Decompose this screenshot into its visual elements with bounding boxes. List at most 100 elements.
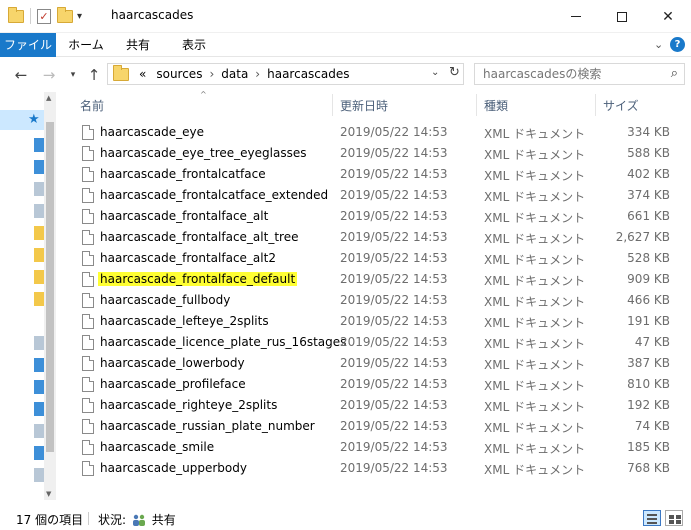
list-item[interactable]: haarcascade_eye_tree_eyeglasses 2019/05/2… [70,143,678,164]
nav-drive-icon[interactable] [34,468,44,482]
nav-3d-objects-icon[interactable] [34,358,44,372]
nav-downloads-icon[interactable] [34,380,44,394]
column-type-header[interactable]: 種類 [484,97,508,114]
large-icons-view-button[interactable] [665,510,683,526]
nav-folder-icon[interactable] [34,226,44,240]
address-bar[interactable]: « sources › data › haarcascades ⌄ ↻ [107,63,464,85]
nav-folder-icon[interactable] [34,248,44,262]
details-view-button[interactable] [643,510,661,526]
file-date: 2019/05/22 14:53 [340,419,448,433]
list-item[interactable]: haarcascade_fullbody 2019/05/22 14:53 XML … [70,290,678,311]
column-size-header[interactable]: サイズ [603,97,639,114]
file-size: 47 KB [634,335,670,349]
xml-file-icon [82,272,94,287]
file-type: XML ドキュメント [484,127,586,141]
nav-pc-icon[interactable] [34,336,44,350]
tab-share[interactable]: 共有 [118,33,158,57]
nav-documents-icon[interactable] [34,182,44,196]
nav-scrollbar[interactable]: ▲ ▼ [44,92,56,500]
scroll-up-icon[interactable]: ▲ [46,94,51,102]
expand-ribbon-icon[interactable]: ⌄ [654,38,663,51]
list-item[interactable]: haarcascade_lowerbody 2019/05/22 14:53 XML… [70,353,678,374]
sort-ascending-icon: ^ [200,90,207,99]
status-divider [88,512,89,525]
file-size: 466 KB [627,293,670,307]
recent-locations-icon[interactable]: ▾ [64,70,82,80]
file-date: 2019/05/22 14:53 [340,230,448,244]
help-icon[interactable]: ? [670,37,685,52]
large-icons-view-icon [676,520,681,524]
breadcrumb-sources[interactable]: sources [151,67,207,81]
close-button[interactable]: ✕ [645,0,691,33]
address-dropdown-icon[interactable]: ⌄ [431,67,439,78]
list-item[interactable]: haarcascade_eye 2019/05/22 14:53 XML ドキュメン… [70,122,678,143]
file-name: haarcascade_russian_plate_number [100,419,315,433]
file-type: XML ドキュメント [484,253,586,267]
nav-downloads-icon[interactable] [34,160,44,174]
file-name: haarcascade_smile [100,440,215,454]
nav-scrollbar-thumb[interactable] [46,122,54,452]
minimize-button[interactable] [553,0,599,33]
list-item[interactable]: haarcascade_licence_plate_rus_16stages 20… [70,332,678,353]
file-type: XML ドキュメント [484,190,586,204]
tab-home[interactable]: ホーム [62,33,110,57]
tab-view[interactable]: 表示 [172,33,216,57]
up-button[interactable]: ↑ [85,66,103,84]
file-date: 2019/05/22 14:53 [340,272,448,286]
tab-file[interactable]: ファイル [0,33,56,57]
list-item[interactable]: haarcascade_profileface 2019/05/22 14:53 X… [70,374,678,395]
breadcrumb-data[interactable]: data [216,67,253,81]
file-name: haarcascade_frontalface_alt_tree [100,230,299,244]
breadcrumb-haarcascades[interactable]: haarcascades [262,67,354,81]
nav-folder-icon[interactable] [34,292,44,306]
nav-pictures-icon[interactable] [34,446,44,460]
file-date: 2019/05/22 14:53 [340,146,448,160]
column-headers: ^ 名前 更新日時 種類 サイズ [70,90,678,116]
file-name: haarcascade_lefteye_2splits [100,314,269,328]
forward-button[interactable]: → [40,66,58,84]
search-icon[interactable]: ⌕ [671,66,678,81]
file-date: 2019/05/22 14:53 [340,398,448,412]
breadcrumb-chevron-icon[interactable]: › [253,67,262,81]
column-name-header[interactable]: 名前 [80,97,104,114]
maximize-button[interactable] [599,0,645,33]
list-item[interactable]: haarcascade_frontalface_alt2 2019/05/22 1… [70,248,678,269]
refresh-icon[interactable]: ↻ [449,65,460,80]
nav-desktop-icon[interactable] [34,402,44,416]
nav-pictures-icon[interactable] [34,204,44,218]
back-button[interactable]: ← [12,66,30,84]
breadcrumb-overflow[interactable]: « [134,67,151,81]
list-item[interactable]: haarcascade_frontalface_alt 2019/05/22 14… [70,206,678,227]
nav-documents-icon[interactable] [34,424,44,438]
list-item[interactable]: haarcascade_smile 2019/05/22 14:53 XML ドキュ… [70,437,678,458]
list-item[interactable]: haarcascade_russian_plate_number 2019/05/… [70,416,678,437]
list-item[interactable]: haarcascade_frontalcatface 2019/05/22 14:… [70,164,678,185]
xml-file-icon [82,167,94,182]
properties-icon[interactable]: ✓ [37,8,51,24]
title-bar: ✓ ▾ haarcascades ✕ [0,0,691,33]
nav-desktop-icon[interactable] [34,138,44,152]
file-date: 2019/05/22 14:53 [340,188,448,202]
customize-toolbar-icon[interactable]: ▾ [77,11,82,22]
column-divider[interactable] [332,94,333,116]
folder-icon [8,6,24,23]
list-item[interactable]: haarcascade_lefteye_2splits 2019/05/22 14… [70,311,678,332]
list-item[interactable]: haarcascade_righteye_2splits 2019/05/22 1… [70,395,678,416]
search-box[interactable]: ⌕ [474,63,685,85]
file-name: haarcascade_frontalface_default [98,272,298,286]
list-item[interactable]: haarcascade_frontalface_alt_tree 2019/05/… [70,227,678,248]
list-item[interactable]: haarcascade_upperbody 2019/05/22 14:53 XML… [70,458,678,479]
column-divider[interactable] [476,94,477,116]
quick-access-icon[interactable]: ★ [28,112,40,127]
breadcrumb-chevron-icon[interactable]: › [207,67,216,81]
column-date-header[interactable]: 更新日時 [340,97,388,114]
scroll-down-icon[interactable]: ▼ [46,490,51,498]
list-item-highlighted[interactable]: haarcascade_frontalface_default 2019/05/2… [70,269,678,290]
list-item[interactable]: haarcascade_frontalcatface_extended 2019/… [70,185,678,206]
xml-file-icon [82,398,94,413]
new-folder-icon[interactable] [57,6,73,23]
file-date: 2019/05/22 14:53 [340,461,448,475]
column-divider[interactable] [595,94,596,116]
search-input[interactable] [475,64,645,84]
nav-folder-icon[interactable] [34,270,44,284]
